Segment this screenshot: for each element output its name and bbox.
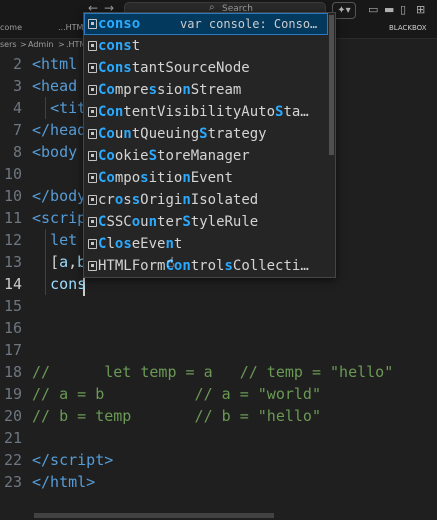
code-line[interactable]: // b = temp // b = "hello" [32,405,321,427]
suggest-item[interactable]: CompressionStream [84,79,328,101]
symbol-variable-icon [88,107,97,117]
suggest-item-label: CompositionEvent [98,170,233,186]
code-line[interactable]: </body [32,185,86,207]
code-line[interactable]: <tit [32,97,86,119]
line-number: 19 [3,385,22,403]
symbol-variable-icon [88,151,97,161]
suggest-item-label: CloseEvent [98,236,183,252]
suggest-item[interactable]: CompositionEvent [84,167,328,189]
suggest-item-label: CookieStoreManager [98,148,250,164]
code-line[interactable]: <html [32,53,77,75]
line-number: 3 [12,77,22,95]
toggle-sidebar-icon[interactable]: ▭ [368,3,378,16]
line-number: 11 [3,209,22,227]
line-number: 12 [3,231,22,249]
suggest-item-label: crossOriginIsolated [98,192,259,208]
line-number: 10 [3,187,22,205]
symbol-variable-icon [88,173,97,183]
code-line[interactable]: </script> [32,449,113,471]
suggest-item[interactable]: CountQueuingStrategy [84,123,328,145]
code-line[interactable]: </html> [32,471,95,493]
toggle-secondary-sidebar-icon[interactable]: ▯ [400,3,406,16]
breadcrumb-separator: > [58,40,65,49]
symbol-variable-icon [88,261,97,271]
layout-icon[interactable]: ⊞ [416,3,425,16]
suggest-item[interactable]: CookieStoreManager [84,145,328,167]
code-line[interactable]: [a,b [32,251,86,273]
suggest-item-detail: var console: Conso… [180,17,318,31]
line-number: 4 [12,99,22,117]
line-number: 10 [3,165,22,183]
breadcrumb-item-users[interactable]: sers [0,40,17,49]
symbol-variable-icon [88,217,97,227]
symbol-variable-icon [88,129,97,139]
suggest-item[interactable]: CloseEvent [84,233,328,255]
symbol-variable-icon [88,41,97,51]
breadcrumb-item-admin[interactable]: Admin [28,40,54,49]
suggest-item[interactable]: HTMLFormControlsCollecti… [84,255,328,277]
suggest-item[interactable]: crossOriginIsolated [84,189,328,211]
line-number: 8 [12,143,22,161]
suggest-scrollbar[interactable] [329,15,334,155]
suggest-item-label: ConstantSourceNode [98,60,250,76]
symbol-variable-icon [88,19,97,29]
code-line[interactable]: let [32,229,77,251]
suggest-item[interactable]: CSSCounterStyleRule [84,211,328,233]
line-number: 18 [3,363,22,381]
suggest-item-label: CountQueuingStrategy [98,126,267,142]
code-line[interactable]: // a = b // a = "world" [32,383,321,405]
suggest-item-label: const [98,38,141,54]
code-line[interactable]: <body [32,141,77,163]
line-number: 23 [3,473,22,491]
toggle-panel-icon[interactable]: ▬ [384,3,394,16]
tab-welcome[interactable]: come [0,23,22,32]
suggest-item-label: CSSCounterStyleRule [98,214,259,230]
code-line[interactable]: </head [32,119,86,141]
symbol-variable-icon [88,85,97,95]
code-line[interactable]: // let temp = a // temp = "hello" [32,361,393,383]
line-number: 20 [3,407,22,425]
mouse-pointer-icon: ☝ [166,255,175,271]
suggest-item-label: CompressionStream [98,82,242,98]
code-line[interactable]: <head [32,75,77,97]
suggest-item[interactable]: ConstantSourceNode [84,57,328,79]
line-number: 16 [3,319,22,337]
line-number: 21 [3,429,22,447]
suggest-item[interactable]: conso var console: Conso… [84,13,328,35]
symbol-variable-icon [88,239,97,249]
suggest-item[interactable]: const [84,35,328,57]
breadcrumb-separator: > [20,40,27,49]
symbol-variable-icon [88,195,97,205]
line-number: 22 [3,451,22,469]
line-number: 17 [3,341,22,359]
line-number: 15 [3,297,22,315]
tab-blackbox[interactable]: BLACKBOX [389,24,427,32]
suggest-item[interactable]: ContentVisibilityAutoSta… [84,101,328,123]
line-number: 14 [3,275,22,293]
line-number: 7 [12,121,22,139]
code-line[interactable]: cons [32,273,86,295]
suggest-item-label: conso [98,16,141,32]
horizontal-scrollbar[interactable] [34,513,274,518]
line-number: 13 [3,253,22,271]
suggest-item-label: HTMLFormControlsCollecti… [98,258,309,274]
line-number: 2 [12,55,22,73]
suggest-item-label: ContentVisibilityAutoSta… [98,104,309,120]
code-line[interactable]: <scrip [32,207,86,229]
autocomplete-suggest-widget[interactable]: conso var console: Conso… const ConstantSou… [83,12,336,278]
symbol-variable-icon [88,63,97,73]
